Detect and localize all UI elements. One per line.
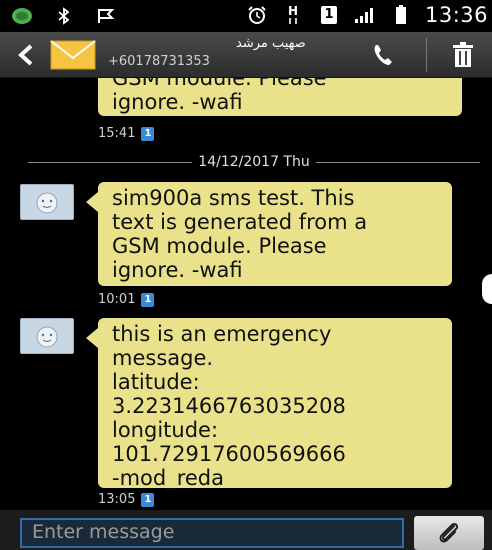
trash-icon: [453, 42, 473, 67]
message-line: 101.72917600569666: [112, 442, 346, 466]
message-line: ignore. -wafi: [112, 258, 243, 282]
message-timestamp: 13:05 1: [98, 492, 155, 507]
message-list[interactable]: GSM module. Please ignore. -wafi 15:41 1…: [0, 78, 492, 510]
alarm-icon: [245, 3, 269, 27]
bluetooth-icon: [52, 4, 76, 28]
status-bar: H 1 13:36: [0, 0, 492, 32]
timestamp-text: 15:41: [98, 126, 136, 141]
envelope-icon: [50, 38, 96, 72]
message-line: GSM module. Please: [112, 234, 327, 258]
message-timestamp: 15:41 1: [98, 126, 155, 141]
message-timestamp: 10:01 1: [98, 292, 155, 307]
contact-avatar[interactable]: [20, 184, 74, 220]
contact-name: صهيب مرشد: [236, 36, 306, 51]
contact-avatar[interactable]: [20, 318, 74, 354]
header-divider: [426, 38, 427, 72]
message-bubble[interactable]: sim900a sms test. This text is generated…: [86, 182, 452, 286]
call-button[interactable]: [368, 40, 398, 70]
battery-icon: [389, 3, 413, 27]
message-line: sim900a sms test. This: [112, 186, 355, 210]
phone-icon: [374, 45, 392, 65]
sim-badge: 1: [141, 126, 155, 141]
back-icon: [18, 44, 33, 66]
message-line: latitude:: [112, 370, 200, 394]
delete-button[interactable]: [448, 40, 478, 70]
attach-button[interactable]: [414, 516, 484, 550]
sim-badge: 1: [141, 292, 155, 307]
timestamp-text: 13:05: [98, 492, 136, 507]
divider-line: [315, 161, 481, 163]
message-bubble[interactable]: this is an emergency message. latitude: …: [86, 318, 452, 490]
flag-icon: [94, 4, 118, 28]
message-line: 3.2231466763035208: [112, 394, 346, 418]
message-line: message.: [112, 346, 214, 370]
divider-line: [28, 161, 193, 163]
whatsapp-icon: [10, 4, 34, 28]
avatar-face-icon: [36, 326, 58, 348]
message-line: -mod_reda: [112, 466, 225, 490]
message-bubble[interactable]: GSM module. Please ignore. -wafi: [98, 78, 462, 116]
data-h-icon: H: [281, 3, 305, 27]
message-line: GSM module. Please: [112, 78, 327, 90]
signal-icon: [353, 3, 377, 27]
date-text: 14/12/2017 Thu: [198, 154, 310, 170]
message-line: text is generated from a: [112, 210, 368, 234]
status-time: 13:36: [424, 3, 488, 27]
timestamp-text: 10:01: [98, 292, 136, 307]
avatar-face-icon: [36, 192, 58, 214]
sim1-icon: 1: [317, 3, 341, 27]
paperclip-icon: [439, 522, 459, 543]
sim-badge: 1: [141, 492, 155, 507]
conversation-header: صهيب مرشد +60178731353: [0, 32, 492, 78]
composer-bar: Enter message: [0, 510, 492, 550]
message-line: ignore. -wafi: [112, 90, 243, 114]
message-input[interactable]: Enter message: [20, 518, 404, 548]
back-button[interactable]: [16, 42, 36, 68]
date-separator: 14/12/2017 Thu: [28, 152, 481, 172]
message-line: longitude:: [112, 418, 219, 442]
contact-number: +60178731353: [108, 54, 210, 69]
scroll-handle[interactable]: [482, 274, 492, 304]
message-line: this is an emergency: [112, 322, 332, 346]
